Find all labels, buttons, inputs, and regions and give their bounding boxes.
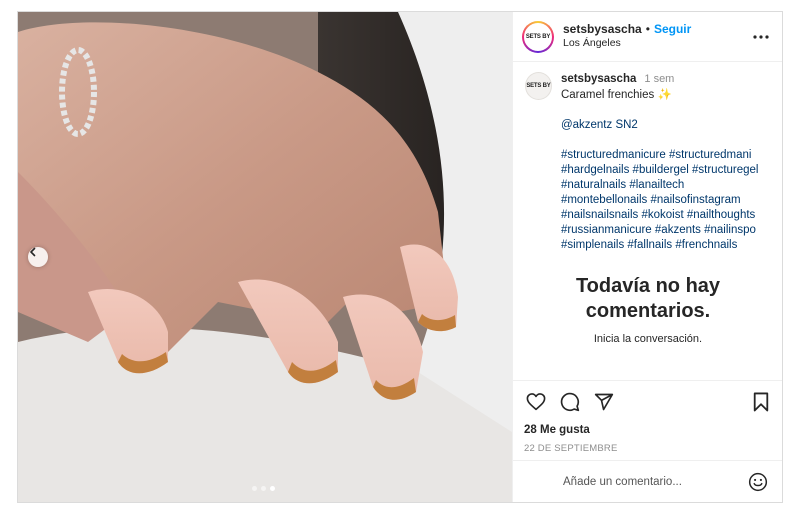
save-button[interactable]	[749, 390, 773, 414]
comment-button[interactable]	[558, 390, 582, 414]
caption-avatar[interactable]: SETS BY	[525, 72, 552, 100]
carousel-dot	[261, 486, 266, 491]
carousel-indicators	[252, 486, 275, 491]
post-sidebar: SETS BY setsbysascha • Seguir Los Ángele…	[512, 12, 782, 502]
header-text: setsbysascha • Seguir Los Ángeles	[563, 22, 691, 50]
chevron-left-icon	[30, 247, 36, 257]
caption-text: Caramel frenchies ✨	[560, 89, 672, 101]
emoji-button[interactable]	[747, 471, 769, 493]
previous-slide-button[interactable]	[28, 247, 48, 267]
post-image	[18, 12, 512, 502]
post-dialog: SETS BY setsbysascha • Seguir Los Ángele…	[17, 11, 783, 503]
share-button[interactable]	[592, 390, 616, 414]
dot-separator: •	[645, 22, 650, 37]
action-bar: 28 Me gusta 22 DE SEPTIEMBRE	[513, 380, 782, 454]
caption-body: setsbysascha 1 sem Caramel frenchies ✨ @…	[561, 72, 772, 253]
follow-button[interactable]: Seguir	[654, 22, 691, 37]
caption: SETS BY setsbysascha 1 sem Caramel frenc…	[513, 62, 782, 253]
bookmark-icon	[753, 392, 769, 412]
like-button[interactable]	[524, 390, 548, 414]
heart-icon	[526, 393, 546, 411]
empty-comments-subtitle: Inicia la conversación.	[593, 333, 703, 345]
post-date[interactable]: 22 DE SEPTIEMBRE	[524, 443, 773, 454]
caption-username[interactable]: setsbysascha	[561, 72, 636, 87]
comment-box	[513, 460, 782, 502]
empty-comments-title: Todavía no hay comentarios.	[575, 275, 721, 322]
caption-time[interactable]: 1 sem	[644, 72, 674, 87]
empty-comments: Todavía no hay comentarios. Inicia la co…	[513, 274, 782, 345]
avatar-logo: SETS BY	[524, 22, 552, 51]
share-icon	[594, 393, 614, 411]
likes-count[interactable]: 28 Me gusta	[524, 424, 773, 436]
comment-icon	[560, 392, 580, 412]
nails-photo	[18, 12, 512, 502]
carousel-dot-active	[270, 486, 275, 491]
avatar[interactable]: SETS BY	[522, 20, 554, 53]
caption-hashtags[interactable]: #structuredmanicure #structuredmani #har…	[561, 148, 772, 253]
post-header: SETS BY setsbysascha • Seguir Los Ángele…	[513, 12, 782, 62]
more-icon	[753, 34, 769, 39]
more-options-button[interactable]	[750, 26, 772, 48]
carousel-dot	[252, 486, 257, 491]
location-link[interactable]: Los Ángeles	[563, 37, 691, 50]
comment-input[interactable]	[563, 475, 747, 488]
emoji-icon	[748, 472, 768, 491]
caption-mention[interactable]: @akzentz SN2	[561, 118, 772, 133]
username-link[interactable]: setsbysascha	[563, 22, 642, 37]
